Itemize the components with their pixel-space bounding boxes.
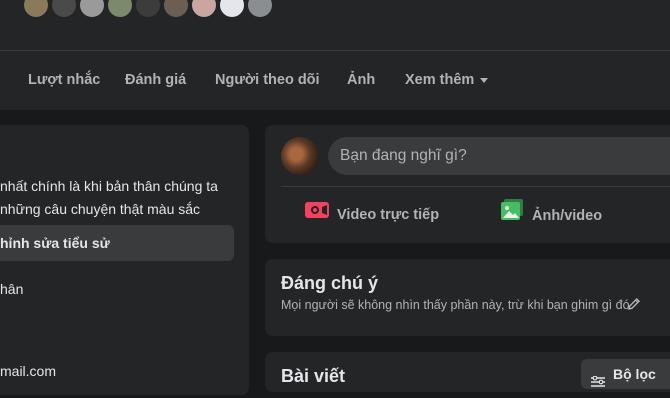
tab-followers[interactable]: Người theo dõi [215, 62, 320, 98]
friend-avatar[interactable] [134, 0, 162, 19]
tab-mentions[interactable]: Lượt nhắc [28, 62, 100, 98]
posts-card: Bài viết Bộ lọc [265, 352, 670, 392]
profile-header: Lượt nhắc Đánh giá Người theo dõi Ảnh Xe… [0, 0, 670, 110]
caret-down-icon [480, 77, 489, 83]
featured-title: Đáng chú ý [281, 273, 379, 293]
tab-more-label: Xem thêm [405, 72, 475, 88]
friend-avatar[interactable] [190, 0, 218, 19]
edit-bio-button[interactable]: hỉnh sửa tiểu sử [0, 225, 234, 261]
live-video-button[interactable]: Video trực tiếp [305, 199, 439, 231]
post-composer: Bạn đang nghĩ gì? Video trực tiếp Ảnh/vi… [265, 125, 670, 243]
whats-on-your-mind-input[interactable]: Bạn đang nghĩ gì? [328, 137, 670, 175]
bio-line: nhất chính là khi bản thân chúng ta [0, 178, 218, 194]
friend-avatar[interactable] [78, 0, 106, 19]
friend-avatar[interactable] [246, 0, 274, 19]
friend-avatar[interactable] [106, 0, 134, 19]
filter-label: Bộ lọc [613, 366, 656, 382]
live-video-icon [305, 199, 329, 231]
tab-photos[interactable]: Ảnh [347, 62, 375, 98]
avatar[interactable] [281, 137, 319, 175]
friend-avatar[interactable] [22, 0, 50, 19]
tab-reviews[interactable]: Đánh giá [125, 62, 186, 98]
tab-more[interactable]: Xem thêm [405, 62, 489, 98]
pencil-icon[interactable] [627, 297, 641, 316]
photo-icon [500, 199, 524, 233]
bio-text: nhất chính là khi bản thân chúng ta nhữn… [0, 175, 240, 221]
header-divider [0, 50, 670, 51]
friend-avatar[interactable] [162, 0, 190, 19]
composer-divider [281, 186, 670, 187]
friend-avatar[interactable] [50, 0, 78, 19]
live-video-label: Video trực tiếp [337, 207, 440, 223]
featured-subtitle: Mọi người sẽ không nhìn thấy phần này, t… [281, 298, 633, 312]
intro-card: nhất chính là khi bản thân chúng ta nhữn… [0, 125, 249, 395]
featured-card: Đáng chú ý Mọi người sẽ không nhìn thấy … [265, 259, 670, 336]
intro-detail: hân [0, 281, 24, 297]
photo-video-label: Ảnh/video [532, 207, 603, 224]
bio-line: những câu chuyện thật màu sắc [0, 201, 201, 217]
filter-button[interactable]: Bộ lọc [581, 359, 670, 389]
filter-icon [591, 368, 605, 398]
photo-video-button[interactable]: Ảnh/video [500, 199, 602, 231]
friend-avatar[interactable] [218, 0, 246, 19]
